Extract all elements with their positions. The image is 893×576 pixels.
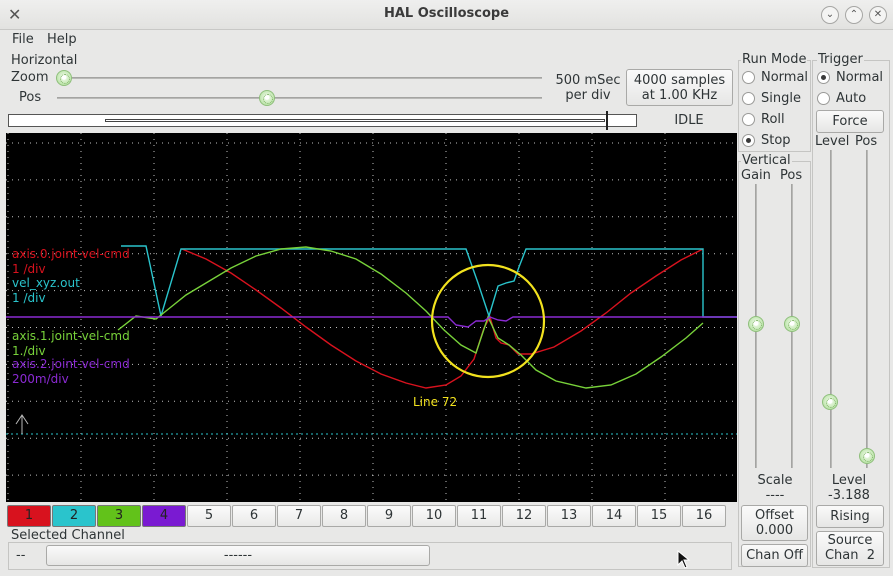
ch1-scale: 1 /div [12, 262, 46, 276]
run-mode-label-stop[interactable]: Stop [761, 133, 791, 148]
trigger-level-value: -3.188 [828, 488, 870, 503]
channel-button-3[interactable]: 3 [97, 505, 141, 527]
menu-file[interactable]: File [12, 32, 34, 47]
rate-line2: per div [565, 88, 611, 103]
channel-button-11[interactable]: 11 [457, 505, 501, 527]
trigger-pos-knob[interactable] [859, 448, 875, 464]
trigger-label-normal[interactable]: Normal [836, 70, 883, 85]
ch2-scale: 1 /div [12, 291, 46, 305]
trigger-radio-normal[interactable] [817, 71, 830, 84]
pos-slider-track[interactable] [57, 97, 542, 99]
zoom-slider-track[interactable] [62, 77, 542, 79]
horizontal-title: Horizontal [11, 53, 78, 68]
channel-button-10[interactable]: 10 [412, 505, 456, 527]
channel-button-7[interactable]: 7 [277, 505, 321, 527]
scale-value: ---- [765, 488, 785, 503]
trigger-level-knob[interactable] [822, 394, 838, 410]
channel-button-12[interactable]: 12 [502, 505, 546, 527]
trigger-level-track[interactable] [830, 150, 832, 468]
ch4-name: axis.2.joint-vel-cmd [12, 357, 130, 371]
ch4-scale: 200m/div [12, 372, 69, 386]
run-mode-radio-single[interactable] [742, 92, 755, 105]
trigger-pos-track[interactable] [866, 150, 868, 468]
scope-display[interactable]: axis.0.joint-vel-cmd 1 /div vel_xyz.out … [6, 133, 737, 502]
source-button[interactable]: Source Chan 2 [816, 531, 884, 566]
offset-line2: 0.000 [755, 523, 794, 538]
selected-channel-value: -- [16, 548, 26, 563]
annotation-label: Line 72 [413, 395, 458, 409]
minimize-icon[interactable]: ⌄ [821, 6, 839, 24]
trigger-level-header: Level [815, 134, 850, 149]
run-mode-label-roll[interactable]: Roll [761, 112, 785, 127]
ch1-name: axis.0.joint-vel-cmd [12, 247, 130, 261]
offset-line1: Offset [754, 508, 795, 523]
vertical-pos-knob[interactable] [784, 316, 800, 332]
channel-button-14[interactable]: 14 [592, 505, 636, 527]
channel-button-4[interactable]: 4 [142, 505, 186, 527]
rising-button[interactable]: Rising [816, 505, 884, 528]
trace-channel-2 [121, 245, 737, 319]
ch2-name: vel_xyz.out [12, 276, 80, 290]
source-line2: Chan 2 [824, 548, 876, 563]
channel-button-9[interactable]: 9 [367, 505, 411, 527]
source-line1: Source [827, 533, 873, 548]
selected-channel-bar[interactable]: ------ [46, 545, 430, 566]
vertical-pos-header: Pos [780, 168, 803, 183]
run-mode-radio-roll[interactable] [742, 113, 755, 126]
selected-channel-title: Selected Channel [11, 528, 125, 543]
run-mode-radio-normal[interactable] [742, 71, 755, 84]
scale-title: Scale [757, 473, 793, 488]
samples-line1: 4000 samples [633, 73, 726, 88]
trigger-title: Trigger [817, 52, 864, 67]
trigger-marker [606, 111, 608, 130]
force-button[interactable]: Force [816, 110, 884, 133]
zoom-slider-knob[interactable] [56, 70, 72, 86]
channel-button-5[interactable]: 5 [187, 505, 231, 527]
trigger-level-title: Level [831, 473, 867, 488]
zoom-label: Zoom [11, 70, 49, 85]
record-window [105, 119, 605, 122]
samples-line2: at 1.00 KHz [641, 88, 718, 103]
run-mode-label-single[interactable]: Single [761, 91, 801, 106]
channel-button-13[interactable]: 13 [547, 505, 591, 527]
maximize-icon[interactable]: ⌃ [845, 6, 863, 24]
samples-button[interactable]: 4000 samples at 1.00 KHz [626, 69, 733, 106]
window-title: HAL Oscilloscope [383, 6, 510, 21]
vertical-title: Vertical [741, 153, 792, 168]
vertical-gain-knob[interactable] [748, 316, 764, 332]
pos-slider-knob[interactable] [258, 90, 275, 106]
menu-help[interactable]: Help [47, 32, 77, 47]
trigger-label-auto[interactable]: Auto [836, 91, 866, 106]
ch3-name: axis.1.joint-vel-cmd [12, 329, 130, 343]
trigger-pos-header: Pos [855, 134, 878, 149]
offset-button[interactable]: Offset 0.000 [741, 505, 808, 541]
window-close-button[interactable]: ✕ [869, 6, 887, 24]
record-position-bar [8, 111, 637, 130]
run-mode-radio-stop[interactable] [742, 134, 755, 147]
status-label: IDLE [674, 113, 704, 128]
ch3-scale: 1./div [12, 344, 46, 358]
channel-button-2[interactable]: 2 [52, 505, 96, 527]
chan-off-button[interactable]: Chan Off [741, 544, 808, 567]
trigger-radio-auto[interactable] [817, 92, 830, 105]
trace-channel-1 [181, 248, 704, 389]
pos-label: Pos [19, 90, 42, 105]
channel-button-8[interactable]: 8 [322, 505, 366, 527]
mouse-cursor-icon [677, 550, 691, 569]
run-mode-label-normal[interactable]: Normal [761, 70, 808, 85]
scope-canvas [6, 133, 737, 502]
channel-button-1[interactable]: 1 [7, 505, 51, 527]
channel-button-15[interactable]: 15 [637, 505, 681, 527]
rate-line1: 500 mSec [555, 73, 621, 88]
vertical-gain-header: Gain [741, 168, 771, 183]
run-mode-title: Run Mode [741, 52, 808, 67]
channel-button-16[interactable]: 16 [682, 505, 726, 527]
trace-channel-4 [6, 316, 737, 328]
channel-button-6[interactable]: 6 [232, 505, 276, 527]
